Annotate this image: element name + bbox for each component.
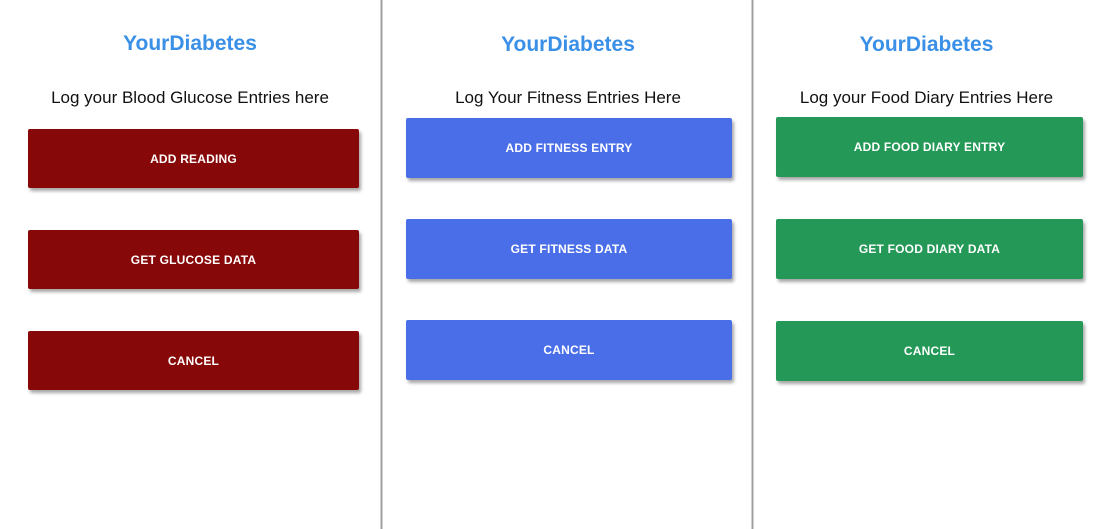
glucose-screen: YourDiabetes Log your Blood Glucose Entr…	[0, 0, 380, 529]
add-reading-button[interactable]: ADD READING	[28, 129, 359, 188]
fitness-screen: YourDiabetes Log Your Fitness Entries He…	[384, 0, 752, 529]
screen-subtitle: Log Your Fitness Entries Here	[455, 88, 681, 107]
add-food-diary-entry-button[interactable]: ADD FOOD DIARY ENTRY	[776, 117, 1083, 177]
get-glucose-data-button[interactable]: GET GLUCOSE DATA	[28, 230, 359, 289]
screen-subtitle: Log your Blood Glucose Entries here	[51, 88, 329, 107]
app-title: YourDiabetes	[859, 33, 994, 56]
get-fitness-data-button[interactable]: GET FITNESS DATA	[406, 219, 732, 279]
food-diary-screen: YourDiabetes Log your Food Diary Entries…	[755, 0, 1098, 529]
screen-divider	[751, 0, 754, 529]
cancel-button[interactable]: CANCEL	[776, 321, 1083, 381]
app-title: YourDiabetes	[501, 33, 635, 56]
screen-subtitle: Log your Food Diary Entries Here	[799, 88, 1054, 107]
cancel-button[interactable]: CANCEL	[406, 320, 732, 380]
screen-divider	[380, 0, 383, 529]
cancel-button[interactable]: CANCEL	[28, 331, 359, 390]
get-food-diary-data-button[interactable]: GET FOOD DIARY DATA	[776, 219, 1083, 279]
app-title: YourDiabetes	[123, 32, 257, 55]
add-fitness-entry-button[interactable]: ADD FITNESS ENTRY	[406, 118, 732, 178]
